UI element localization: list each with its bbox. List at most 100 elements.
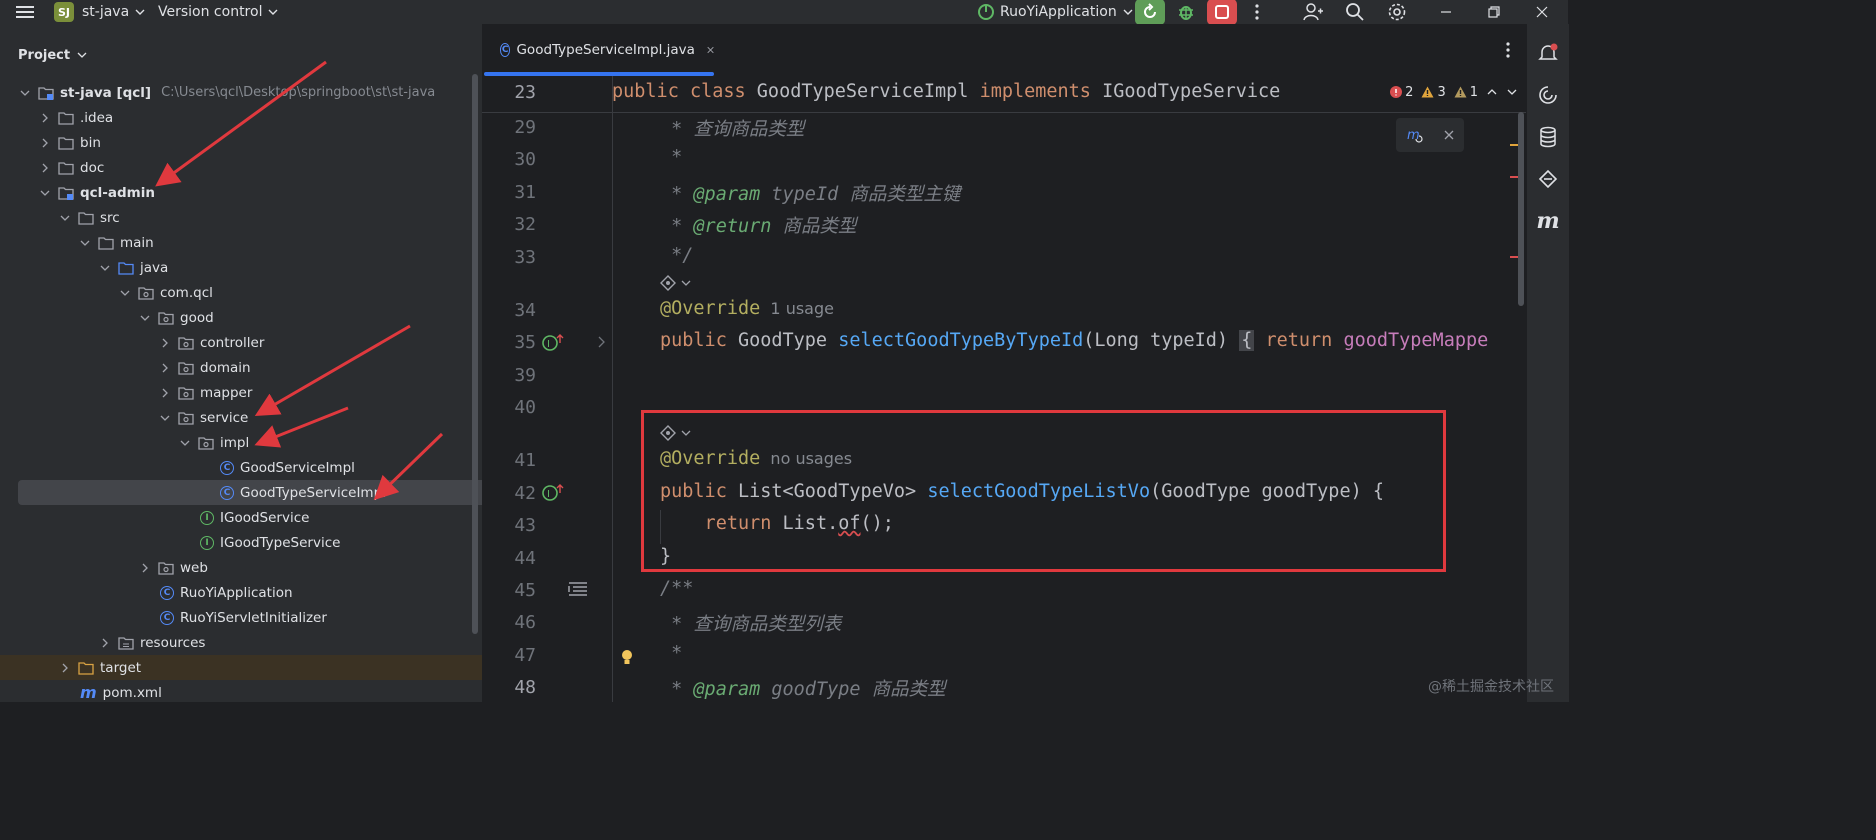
code-line: * — [660, 643, 682, 664]
chevron-right-icon[interactable] — [158, 338, 172, 348]
tree-item-idea[interactable]: .idea — [0, 105, 508, 130]
code-token: @return — [693, 216, 772, 237]
chevron-down-icon[interactable] — [138, 313, 152, 323]
fold-expand-icon[interactable] — [596, 336, 606, 348]
chevron-right-icon[interactable] — [98, 638, 112, 648]
highlight-annotation-box — [641, 410, 1446, 572]
version-control-menu[interactable]: Version control — [158, 0, 280, 24]
code-token: goodType — [760, 679, 872, 700]
line-number: 47 — [514, 645, 536, 666]
tree-item-src[interactable]: src — [0, 205, 528, 230]
project-scrollbar[interactable] — [472, 74, 478, 634]
chevron-right-icon[interactable] — [38, 138, 52, 148]
chevron-down-icon[interactable] — [158, 413, 172, 423]
package-icon — [138, 286, 154, 300]
maven-tool-icon[interactable]: m — [1527, 206, 1569, 236]
line-number: 33 — [514, 247, 536, 268]
chevron-right-icon[interactable] — [158, 363, 172, 373]
notifications-icon[interactable] — [1527, 38, 1569, 68]
editor-more-icon[interactable] — [1506, 42, 1510, 58]
tree-item-st-java[interactable]: st-java [qcl] C:\Users\qcl\Desktop\sprin… — [0, 80, 488, 105]
tree-item-main[interactable]: main — [0, 230, 548, 255]
sticky-line[interactable]: 23 public class GoodTypeServiceImpl impl… — [482, 76, 1526, 113]
stop-button[interactable] — [1206, 0, 1238, 25]
chevron-right-icon[interactable] — [58, 663, 72, 673]
settings-gear-icon[interactable] — [1384, 0, 1410, 24]
tree-item-pom-xml[interactable]: m pom.xml — [0, 680, 550, 705]
chevron-down-icon[interactable] — [1506, 86, 1518, 98]
project-view-selector[interactable]: Project — [18, 46, 88, 64]
code-line: * @param typeId 商品类型主键 — [660, 180, 960, 206]
ai-inlay-hint[interactable] — [659, 274, 691, 292]
tree-item-label: impl — [220, 434, 250, 451]
chevron-right-icon[interactable] — [38, 163, 52, 173]
chevron-right-icon[interactable] — [158, 388, 172, 398]
main-menu-icon[interactable] — [14, 0, 36, 24]
maven-reload-icon[interactable]: m — [1406, 126, 1424, 144]
spring-boot-icon — [978, 4, 994, 20]
ai-chat-icon[interactable] — [1527, 164, 1569, 194]
database-icon[interactable] — [1527, 122, 1569, 152]
close-tab-icon[interactable] — [707, 45, 714, 55]
chevron-up-icon[interactable] — [1486, 86, 1498, 98]
code-line: * @return 商品类型 — [660, 212, 856, 238]
chevron-down-icon[interactable] — [98, 263, 112, 273]
more-actions-icon[interactable] — [1248, 0, 1266, 24]
search-icon[interactable] — [1342, 0, 1368, 24]
chevron-down-icon[interactable] — [78, 238, 92, 248]
version-control-label: Version control — [158, 4, 263, 20]
debug-button[interactable] — [1172, 0, 1200, 24]
chevron-down-icon[interactable] — [18, 88, 32, 98]
folder-icon — [58, 136, 74, 150]
rerun-icon — [1135, 0, 1165, 25]
code-token: return — [1254, 330, 1344, 351]
tree-item-bin[interactable]: bin — [0, 130, 508, 155]
implements-method-icon[interactable]: I — [542, 333, 564, 351]
code-token: * — [660, 679, 694, 700]
project-badge: SJ — [54, 2, 74, 22]
chevron-right-icon[interactable] — [38, 113, 52, 123]
tree-item-target[interactable]: target — [0, 655, 540, 680]
tree-item-label: GoodTypeServiceImpl — [240, 484, 386, 501]
problems-indicator[interactable]: 2 3 1 — [1390, 82, 1518, 102]
chevron-down-icon[interactable] — [178, 438, 192, 448]
chevron-right-icon[interactable] — [138, 563, 152, 573]
restore-icon[interactable] — [1484, 0, 1504, 24]
package-icon — [178, 361, 194, 375]
tree-item-qcl-admin[interactable]: qcl-admin — [0, 180, 508, 205]
reader-mode-icon[interactable] — [568, 581, 588, 597]
code-token: implements — [979, 81, 1103, 102]
chevron-down-icon[interactable] — [58, 213, 72, 223]
editor-scrollbar[interactable] — [1518, 112, 1524, 306]
tree-item-label: RuoYiApplication — [180, 584, 293, 601]
chevron-down-icon[interactable] — [118, 288, 132, 298]
project-panel-title: Project — [18, 47, 71, 63]
code-token: 1 usage — [760, 299, 834, 318]
tree-item-doc[interactable]: doc — [0, 155, 508, 180]
implements-method-icon[interactable]: I — [542, 483, 564, 501]
close-popup-icon[interactable] — [1444, 130, 1454, 140]
code-token: * — [660, 643, 683, 664]
folder-icon — [78, 211, 94, 225]
class-icon: C — [220, 460, 234, 475]
add-user-icon[interactable] — [1300, 0, 1326, 24]
code-token: @param — [693, 184, 761, 205]
project-switcher[interactable]: SJ st-java — [54, 0, 147, 24]
line-number: 45 — [514, 580, 536, 601]
interface-icon: I — [200, 535, 214, 550]
run-config-selector[interactable]: RuoYiApplication — [976, 0, 1135, 24]
ai-assistant-icon — [660, 275, 676, 291]
module-folder-icon — [38, 86, 54, 100]
minimize-icon[interactable] — [1436, 0, 1456, 24]
editor-tab-goodtypeserviceimpl[interactable]: C GoodTypeServiceImpl.java — [484, 24, 714, 76]
intention-bulb-icon[interactable] — [620, 648, 634, 666]
chevron-down-icon[interactable] — [38, 188, 52, 198]
code-line: public GoodType selectGoodTypeByTypeId(L… — [660, 330, 1488, 351]
code-line: * 查询商品类型 — [660, 115, 804, 141]
code-token: { — [1239, 330, 1255, 351]
code-token: 查询商品类型列表 — [693, 614, 842, 635]
rerun-button[interactable] — [1134, 0, 1166, 25]
close-window-icon[interactable] — [1532, 0, 1552, 24]
class-icon: C — [160, 610, 174, 625]
ai-assistant-tool-icon[interactable] — [1527, 80, 1569, 110]
